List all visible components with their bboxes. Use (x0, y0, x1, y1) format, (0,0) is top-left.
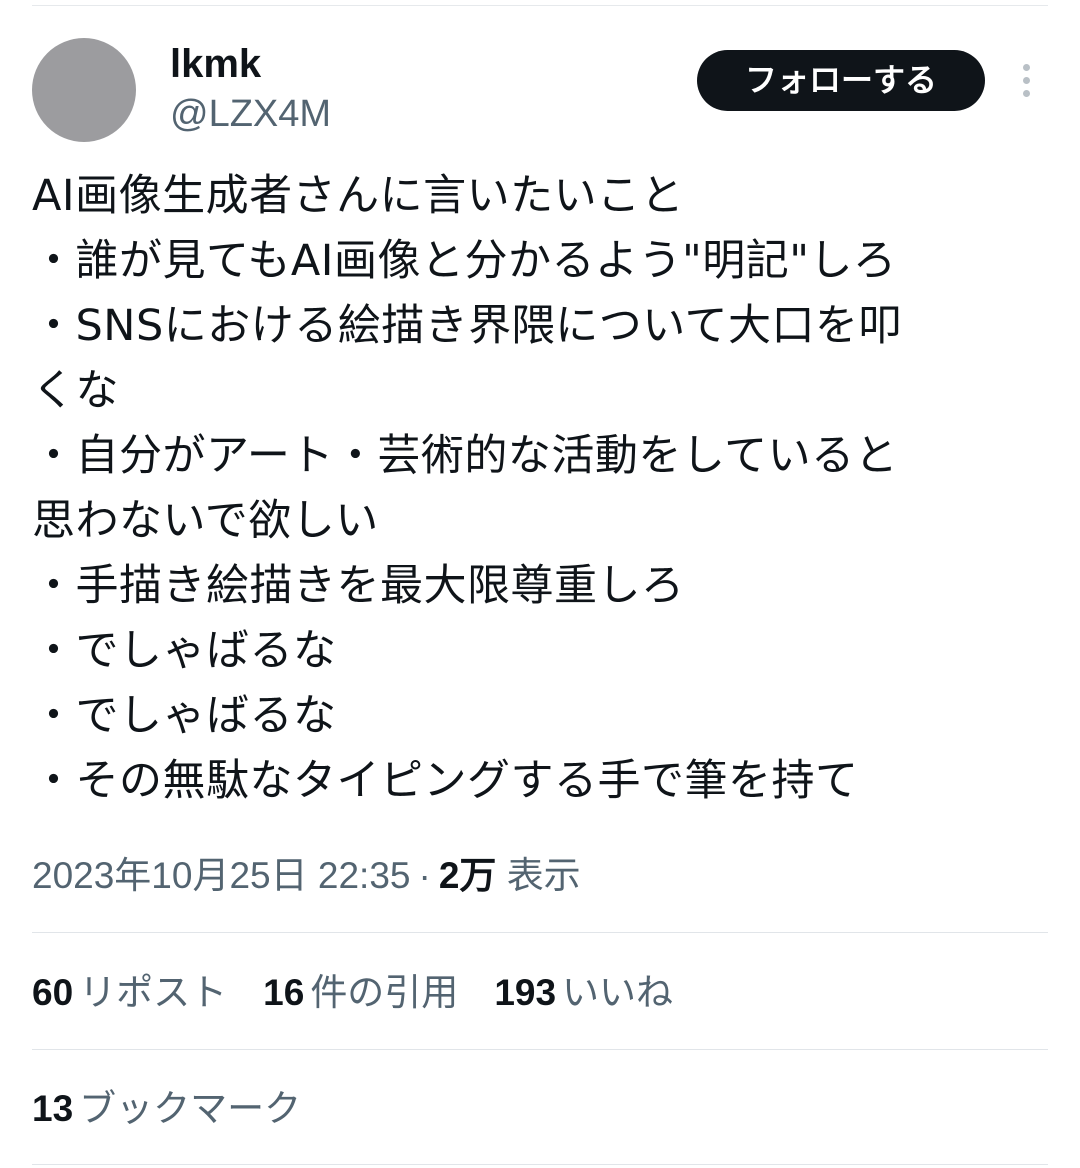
top-divider (32, 5, 1048, 6)
quotes-label: 件の引用 (310, 971, 459, 1014)
bookmarks-label: ブックマーク (79, 1087, 302, 1130)
tweet-text-line: ・でしゃばるな (32, 691, 337, 741)
bottom-divider (32, 1164, 1048, 1165)
meta-divider (32, 932, 1048, 933)
tweet-text-line: ・でしゃばるな (32, 626, 337, 676)
tweet-header: lkmk @LZX4M フォローする (32, 38, 1048, 148)
likes-label: いいね (562, 971, 674, 1014)
views-label: 表示 (506, 855, 581, 896)
engagement-stats: 60 リポスト 16 件の引用 193 いいね (32, 965, 709, 1021)
bookmarks-count: 13 (32, 1088, 74, 1129)
more-vertical-icon[interactable] (1014, 64, 1038, 100)
stats-divider (32, 1049, 1048, 1050)
meta-separator: · (418, 855, 431, 896)
display-name[interactable]: lkmk (170, 40, 331, 88)
tweet-text-line: ・手描き絵描きを最大限尊重しろ (32, 561, 685, 611)
tweet-text: AI画像生成者さんに言いたいこと ・誰が見てもAI画像と分かるよう"明記"しろ … (32, 164, 1042, 814)
user-handle[interactable]: @LZX4M (170, 90, 331, 138)
more-dot (1022, 64, 1030, 71)
more-dot (1022, 90, 1030, 97)
quotes-stat[interactable]: 16 件の引用 (263, 965, 458, 1021)
likes-count: 193 (494, 972, 557, 1013)
tweet-text-line: 思わないで欲しい (32, 496, 379, 546)
tweet-text-line: ・その無駄なタイピングする手で筆を持て (32, 756, 859, 806)
tweet-text-line: ・誰が見てもAI画像と分かるよう"明記"しろ (32, 236, 897, 286)
bookmarks-stat[interactable]: 13 ブックマーク (32, 1081, 301, 1137)
tweet-text-line: くな (32, 366, 119, 416)
tweet-text-line: ・SNSにおける絵描き界隈について大口を叩 (32, 301, 902, 351)
timestamp[interactable]: 2023年10月25日 22:35 (32, 855, 411, 896)
tweet-text-line: AI画像生成者さんに言いたいこと (32, 171, 685, 221)
follow-button[interactable]: フォローする (697, 50, 985, 111)
reposts-stat[interactable]: 60 リポスト (32, 965, 227, 1021)
quotes-count: 16 (263, 972, 305, 1013)
user-names: lkmk @LZX4M (170, 38, 331, 138)
views-count: 2万 (438, 855, 497, 896)
reposts-label: リポスト (79, 971, 228, 1014)
tweet-text-line: ・自分がアート・芸術的な活動をしていると (32, 431, 899, 481)
tweet-meta: 2023年10月25日 22:35 · 2万 表示 (32, 848, 581, 904)
more-dot (1022, 77, 1030, 84)
reposts-count: 60 (32, 972, 74, 1013)
likes-stat[interactable]: 193 いいね (494, 965, 673, 1021)
avatar[interactable] (32, 38, 136, 142)
